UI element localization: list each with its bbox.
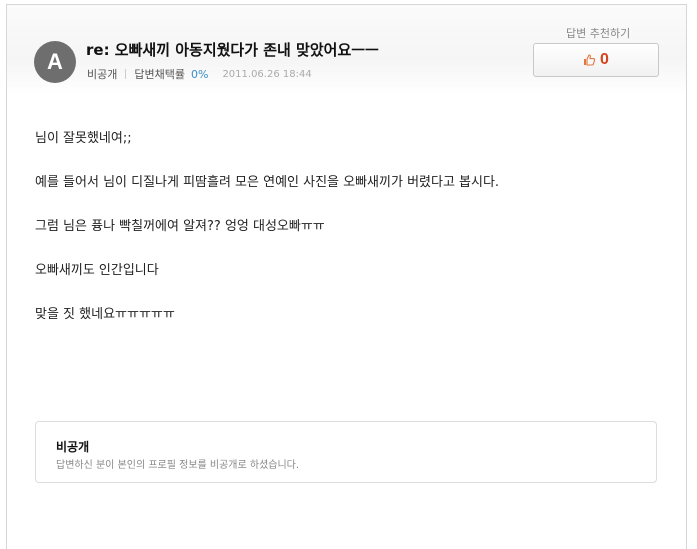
- answer-body-line: 그럼 님은 퓽나 빡칠꺼에여 알져?? 엉엉 대성오빠ㅠㅠ: [35, 219, 325, 234]
- private-profile-notice: 비공개 답변하신 분이 본인의 프로필 정보를 비공개로 하셨습니다.: [35, 421, 657, 483]
- recommend-count: 0: [600, 51, 609, 68]
- answer-body-line: 오빠새끼도 인간입니다: [35, 263, 159, 278]
- thumbs-up-icon: [584, 54, 596, 66]
- recommend-label: 답변 추천하기: [566, 27, 631, 40]
- meta-divider: [125, 69, 127, 79]
- answer-body-line: 맞을 짓 했네요ㅠㅠㅠㅠㅠ: [35, 307, 175, 322]
- answer-body-line: 님이 잘못했네여;;: [35, 131, 132, 146]
- notice-text: 답변하신 분이 본인의 프로필 정보를 비공개로 하셨습니다.: [56, 460, 300, 471]
- notice-title: 비공개: [56, 440, 90, 454]
- answer-title: re: 오빠새끼 아동지웠다가 존내 맞았어요ㅡㅡ: [86, 41, 379, 59]
- avatar[interactable]: A: [34, 41, 76, 83]
- adoption-rate-label: 답변채택률: [134, 68, 185, 81]
- adoption-rate-value: 0%: [190, 67, 209, 81]
- author-name[interactable]: 비공개: [87, 66, 117, 82]
- answer-meta: 비공개 답변채택률 0% 2011.06.26 18:44: [87, 66, 312, 82]
- answer-date: 2011.06.26 18:44: [222, 68, 312, 80]
- recommend-button[interactable]: 0: [533, 43, 659, 77]
- answer-body-line: 예를 들어서 님이 디질나게 피땀흘려 모은 연예인 사진을 오빠새끼가 버렸다…: [35, 175, 500, 190]
